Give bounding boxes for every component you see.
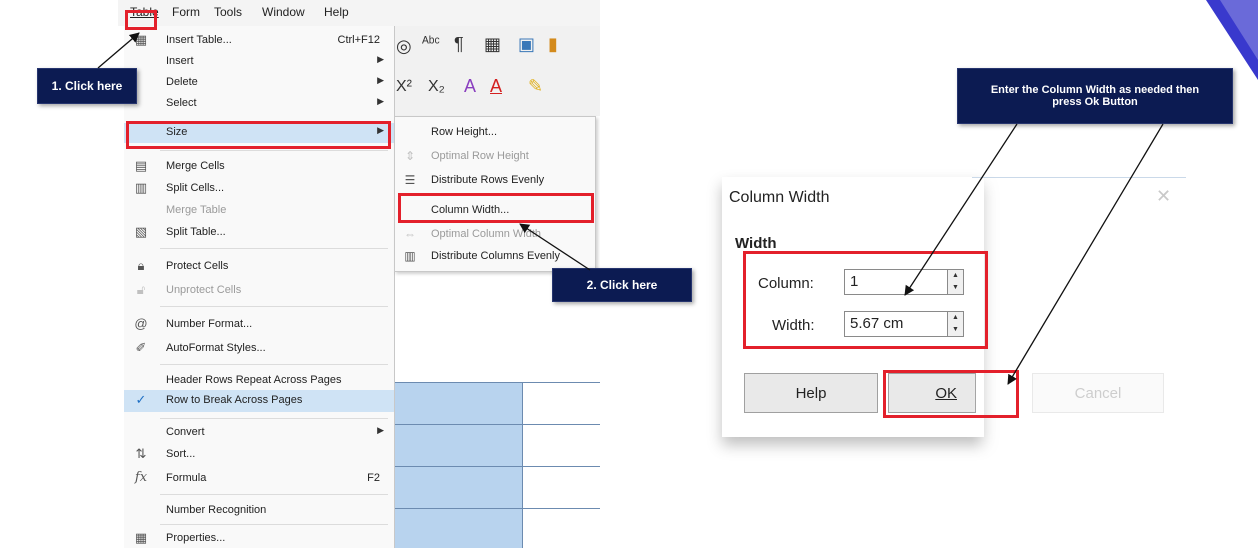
arrow-step2 [519, 223, 591, 271]
arrow-step1 [97, 32, 140, 69]
arrow-to-ok-button [1007, 123, 1164, 385]
arrow-to-column-field [904, 123, 1018, 296]
annotation-arrows [97, 32, 1164, 385]
